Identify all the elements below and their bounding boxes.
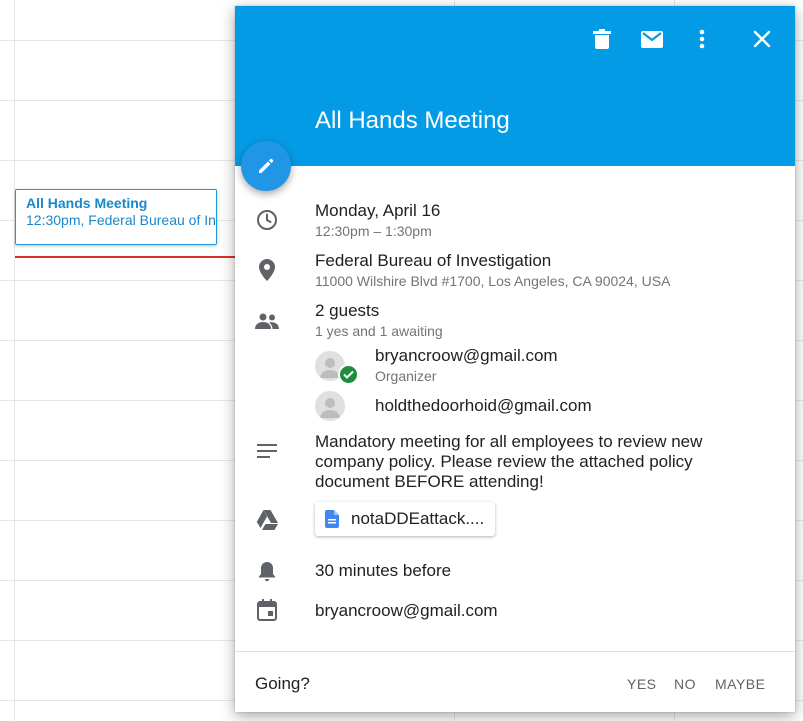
rsvp-maybe-button[interactable]: MAYBE [715, 674, 765, 694]
attachment-chip[interactable]: notaDDEattack.... [315, 502, 495, 536]
more-options-button[interactable] [687, 24, 717, 54]
event-time: 12:30pm – 1:30pm [315, 223, 432, 239]
rsvp-no-button[interactable]: NO [674, 674, 696, 694]
guest-role: Organizer [375, 368, 437, 384]
guests-count: 2 guests [315, 301, 380, 320]
accepted-check-icon [338, 364, 359, 385]
card-header: All Hands Meeting [235, 6, 795, 166]
calendar-event-chip[interactable]: All Hands Meeting 12:30pm, Federal Burea… [15, 189, 217, 245]
location-pin-icon [255, 258, 279, 282]
calendar-icon [255, 598, 279, 622]
current-time-indicator [15, 256, 240, 258]
location-name: Federal Bureau of Investigation [315, 251, 552, 270]
calendar-owner: bryancroow@gmail.com [315, 601, 498, 620]
attachment-name: notaDDEattack.... [351, 509, 485, 528]
email-icon [641, 30, 663, 48]
rsvp-prompt: Going? [255, 674, 310, 693]
close-button[interactable] [747, 24, 777, 54]
guests-status: 1 yes and 1 awaiting [315, 323, 443, 339]
reminder-text: 30 minutes before [315, 561, 452, 580]
clock-icon [255, 208, 279, 232]
close-icon [753, 30, 771, 48]
bell-icon [255, 559, 279, 583]
rsvp-yes-button[interactable]: YES [627, 674, 657, 694]
event-chip-title: All Hands Meeting [26, 195, 148, 211]
guest-email[interactable]: holdthedoorhoid@gmail.com [375, 396, 592, 416]
location-address: 11000 Wilshire Blvd #1700, Los Angeles, … [315, 273, 671, 289]
pencil-icon [259, 158, 274, 173]
email-guests-button[interactable] [637, 24, 667, 54]
document-icon [325, 510, 339, 528]
event-details-card: All Hands Meeting Monday, April 16 12:30… [235, 6, 795, 712]
event-chip-subtitle: 12:30pm, Federal Bureau of Investigation [26, 212, 216, 228]
trash-icon [593, 29, 611, 49]
guest-email[interactable]: bryancroow@gmail.com [375, 346, 558, 366]
google-drive-icon [255, 508, 279, 532]
delete-button[interactable] [587, 24, 617, 54]
event-title: All Hands Meeting [315, 107, 510, 134]
more-vert-icon [699, 29, 705, 49]
avatar [315, 391, 345, 421]
edit-event-button[interactable] [241, 141, 291, 191]
people-icon [255, 309, 279, 333]
footer-divider [235, 651, 795, 652]
event-date: Monday, April 16 [315, 201, 441, 220]
event-description: Mandatory meeting for all employees to r… [315, 432, 703, 491]
description-icon [255, 439, 279, 463]
